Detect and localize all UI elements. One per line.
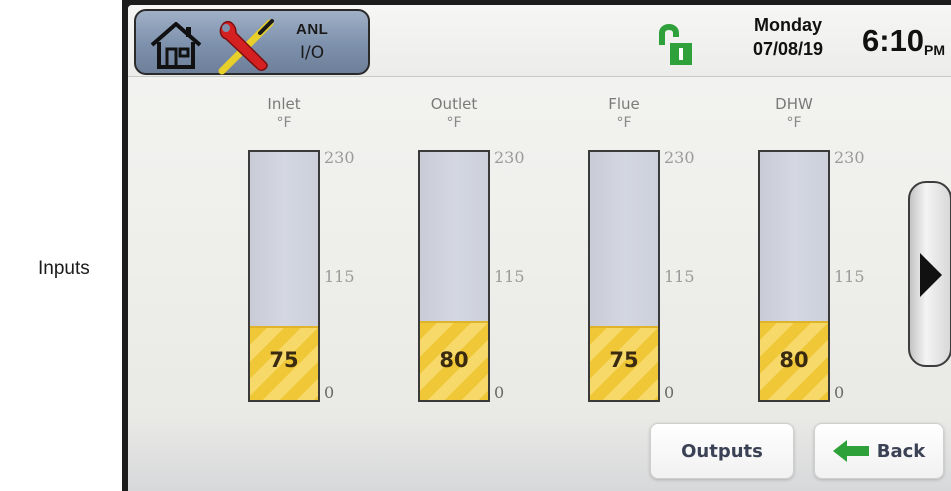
left-arrow-icon — [832, 440, 869, 462]
tools-icon — [218, 19, 274, 75]
gauge-unit: °F — [616, 115, 632, 131]
touch-screen: ANL I/O Monday 07/08/19 6:10PM Inlet °F — [128, 5, 951, 491]
tick-max: 230 — [834, 148, 865, 167]
tick-max: 230 — [494, 148, 525, 167]
tick-mid: 115 — [324, 267, 355, 286]
gauge-value: 80 — [779, 348, 809, 372]
ampm-label: PM — [924, 42, 946, 58]
day-label: Monday — [753, 15, 822, 35]
gauge-inlet: Inlet °F 75 230 115 0 — [234, 95, 384, 415]
outputs-button-label: Outputs — [681, 440, 763, 462]
home-icon — [150, 22, 202, 69]
tick-max: 230 — [324, 148, 355, 167]
gauge-title: Flue — [608, 95, 640, 113]
tick-min: 0 — [664, 383, 675, 402]
io-label: I/O — [300, 43, 325, 63]
controller-display-bezel: ANL I/O Monday 07/08/19 6:10PM Inlet °F — [122, 0, 951, 491]
gauge-title: Outlet — [430, 95, 478, 113]
right-arrow-icon — [920, 253, 942, 297]
gauge-value: 75 — [609, 348, 639, 372]
tick-mid: 115 — [494, 267, 525, 286]
gauge-outlet: Outlet °F 80 230 115 0 — [404, 95, 554, 415]
page-side-label: Inputs — [38, 258, 90, 279]
analog-label: ANL — [296, 21, 329, 38]
gauge-unit: °F — [276, 115, 292, 131]
tick-min: 0 — [324, 383, 335, 402]
gauge-unit: °F — [446, 115, 462, 131]
back-button-label: Back — [876, 440, 926, 462]
gauge-bar: 75 — [248, 150, 320, 402]
gauge-title: DHW — [775, 95, 813, 113]
gauge-value: 80 — [439, 348, 469, 372]
gauge-value: 75 — [269, 348, 299, 372]
time-label: 6:10 — [862, 23, 925, 58]
unlocked-padlock-icon — [659, 24, 692, 65]
settings-tools-button[interactable] — [214, 15, 282, 75]
nav-panel: ANL I/O — [134, 9, 370, 75]
home-button[interactable] — [148, 19, 204, 71]
gauge-unit: °F — [786, 115, 802, 131]
gauge-bar: 80 — [758, 150, 830, 402]
gauge-dhw: DHW °F 80 230 115 0 — [744, 95, 894, 415]
tick-min: 0 — [494, 383, 505, 402]
gauge-bar: 80 — [418, 150, 490, 402]
clock: 6:10PM — [862, 23, 945, 59]
tick-mid: 115 — [834, 267, 865, 286]
tick-max: 230 — [664, 148, 695, 167]
next-page-button[interactable] — [908, 181, 951, 367]
gauge-bar: 75 — [588, 150, 660, 402]
tick-mid: 115 — [664, 267, 695, 286]
outputs-button[interactable]: Outputs — [650, 423, 794, 479]
gauge-title: Inlet — [267, 95, 301, 113]
date-label: 07/08/19 — [752, 39, 824, 59]
status-header: ANL I/O Monday 07/08/19 6:10PM — [128, 5, 951, 77]
back-button[interactable]: Back — [814, 423, 944, 479]
lock-button[interactable] — [658, 23, 694, 67]
gauge-flue: Flue °F 75 230 115 0 — [574, 95, 724, 415]
tick-min: 0 — [834, 383, 845, 402]
